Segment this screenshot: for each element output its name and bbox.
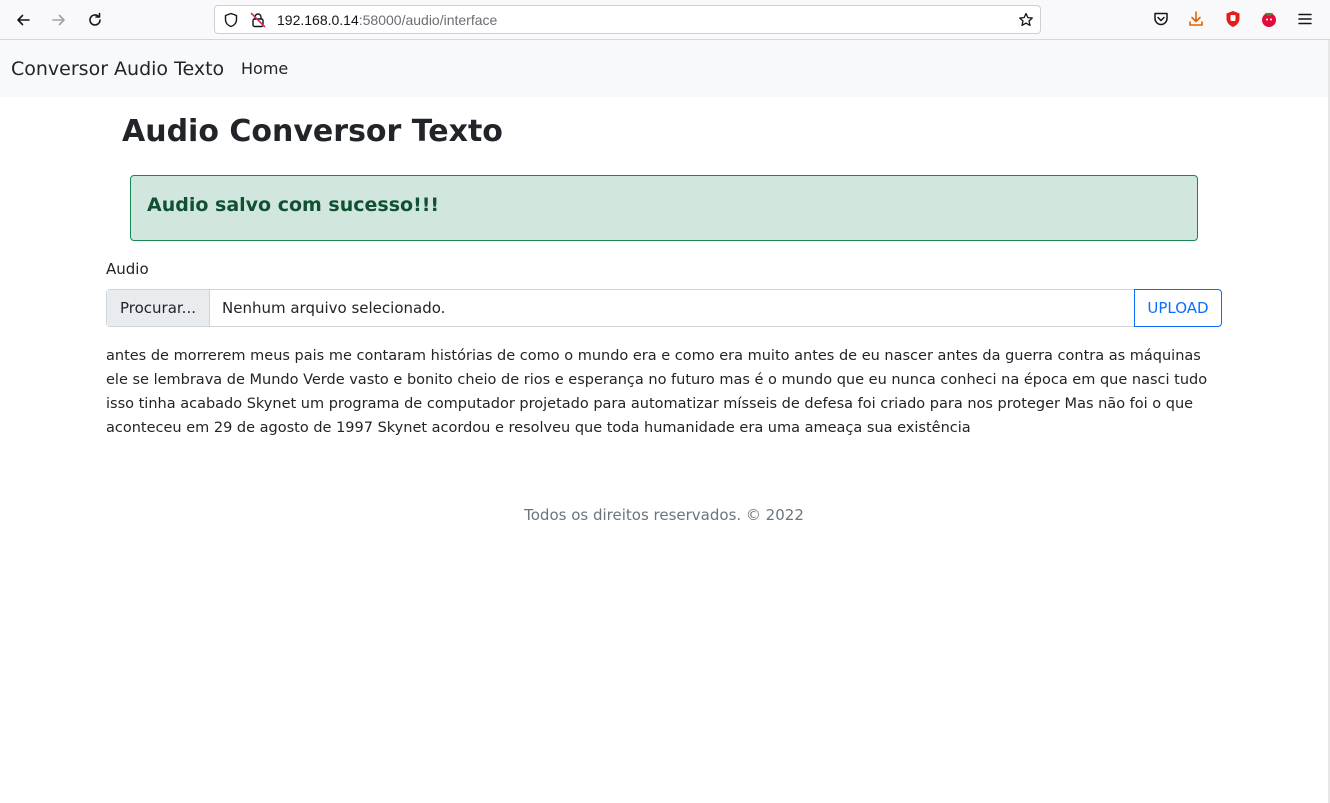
page-title: Audio Conversor Texto [122,114,503,149]
app-navbar: Conversor Audio Texto Home [0,40,1328,97]
file-input[interactable]: Procurar... Nenhum arquivo selecionado. [106,289,1135,327]
extension-icon[interactable] [1260,10,1278,28]
ublock-icon[interactable] [1224,10,1242,28]
pocket-icon[interactable] [1152,10,1170,28]
transcript-text: antes de morrerem meus pais me contaram … [106,348,1208,436]
shield-icon[interactable] [223,12,239,28]
nav-link-home[interactable]: Home [241,59,288,79]
browser-toolbar: 192.168.0.14:58000/audio/interface [0,0,1330,40]
url-path: :58000/audio/interface [358,12,498,28]
download-icon[interactable] [1187,10,1205,28]
browse-button[interactable]: Procurar... [107,290,210,326]
forward-arrow-icon[interactable] [47,8,71,32]
url-bar[interactable]: 192.168.0.14:58000/audio/interface [214,5,1041,34]
success-alert: Audio salvo com sucesso!!! [130,175,1198,241]
reload-icon[interactable] [83,8,107,32]
upload-button[interactable]: UPLOAD [1134,289,1222,327]
bookmark-star-icon[interactable] [1018,12,1034,28]
url-host: 192.168.0.14 [277,12,359,28]
alert-message: Audio salvo com sucesso!!! [147,194,440,216]
file-name-text: Nenhum arquivo selecionado. [222,299,446,317]
footer-copyright: Todos os direitos reservados. © 2022 [524,506,804,524]
navbar-brand[interactable]: Conversor Audio Texto [11,57,224,81]
menu-icon[interactable] [1296,10,1314,28]
audio-label: Audio [106,260,149,278]
url-text[interactable]: 192.168.0.14:58000/audio/interface [277,12,497,28]
back-arrow-icon[interactable] [11,8,35,32]
insecure-lock-icon[interactable] [250,12,266,28]
